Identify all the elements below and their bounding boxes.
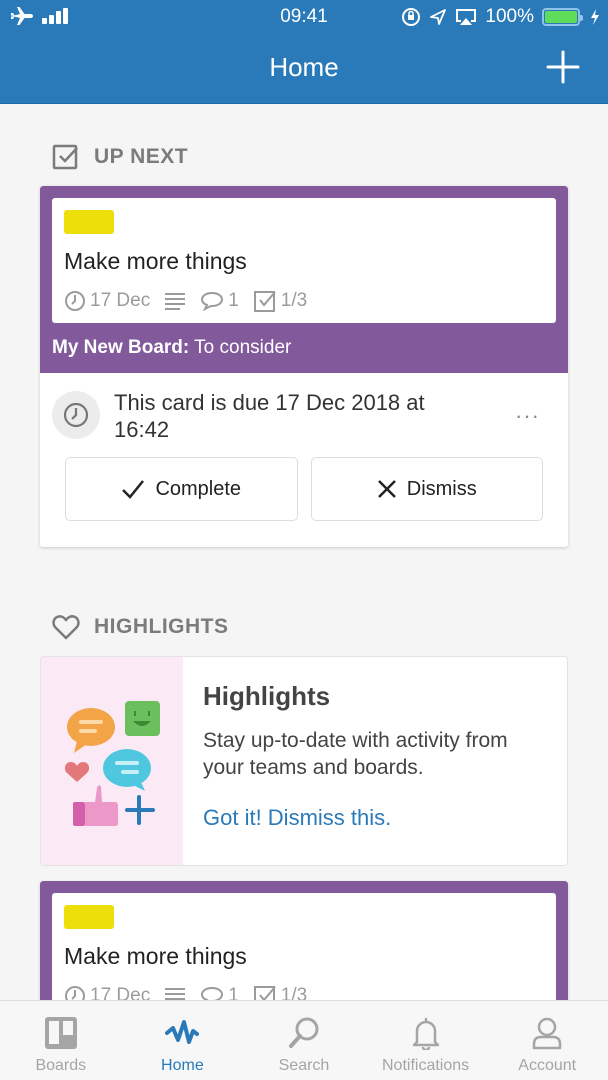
search-icon	[288, 1017, 319, 1048]
smiley-icon	[125, 701, 160, 736]
due-badge: 17 Dec	[64, 290, 150, 312]
location-icon	[430, 9, 447, 25]
dismiss-label: Dismiss	[406, 477, 477, 500]
tab-bar: Boards Home Search Notifications Account	[0, 1000, 608, 1080]
rotation-lock-icon	[402, 8, 421, 26]
checklist-badge: 1/3	[253, 289, 307, 313]
card-title: Make more things	[64, 248, 247, 274]
tab-label: Notifications	[382, 1057, 470, 1074]
due-badge-text: 17 Dec	[90, 290, 151, 311]
clock-icon	[63, 402, 89, 428]
complete-button[interactable]: Complete	[65, 457, 298, 521]
highlights-label: HIGHLIGHTS	[94, 615, 229, 638]
tab-label: Home	[161, 1057, 204, 1074]
highlights-title: Highlights	[203, 681, 331, 711]
tab-search[interactable]: Search	[243, 1001, 365, 1080]
due-message: This card is due 17 Dec 2018 at 16:42	[114, 390, 425, 442]
due-clock-badge	[52, 391, 100, 439]
close-icon	[377, 480, 396, 498]
status-bar: 09:41 100%	[0, 0, 608, 34]
tab-label: Account	[518, 1057, 577, 1074]
add-button[interactable]	[546, 50, 580, 84]
card-title: Make more things	[64, 943, 247, 969]
thumbs-up-icon	[73, 785, 118, 826]
tab-home[interactable]: Home	[122, 1001, 244, 1080]
battery-icon	[542, 8, 583, 26]
checkmark-icon	[122, 480, 145, 499]
battery-fill	[545, 11, 577, 23]
card-badges: 17 Dec 1 1/3	[64, 289, 544, 313]
highlights-heading: HIGHLIGHTS	[52, 614, 229, 640]
checklist-count: 1/3	[280, 290, 308, 311]
small-heart-icon	[64, 762, 90, 782]
blue-speech-bubble-icon	[103, 749, 151, 791]
page-title: Home	[269, 52, 339, 82]
comments-count: 1	[228, 290, 239, 311]
list-name: To consider	[189, 337, 292, 358]
trello-card[interactable]: Make more things 17 Dec 1 1/3	[52, 893, 556, 1011]
card-label	[64, 210, 114, 234]
tab-label: Boards	[35, 1057, 87, 1074]
tab-label: Search	[278, 1057, 330, 1074]
comment-icon	[201, 291, 224, 311]
due-row: This card is due 17 Dec 2018 at 16:42 ··…	[40, 373, 568, 457]
highlights-illustration	[41, 657, 183, 865]
board-frame: Make more things 17 Dec 1 1/3 My New Boa…	[40, 186, 568, 373]
checklist-icon	[253, 291, 276, 312]
second-card: Make more things 17 Dec 1 1/3	[40, 881, 568, 1011]
clock-icon	[65, 291, 85, 311]
boards-icon	[44, 1017, 77, 1049]
charging-icon	[591, 9, 599, 25]
airplay-icon	[456, 9, 477, 25]
card-label	[64, 905, 114, 929]
complete-label: Complete	[155, 477, 242, 500]
checkbox-icon	[52, 144, 78, 170]
tab-notifications[interactable]: Notifications	[365, 1001, 487, 1080]
tab-account[interactable]: Account	[486, 1001, 608, 1080]
plus-icon	[125, 795, 155, 825]
highlights-description: Stay up-to-date with activity from your …	[203, 729, 508, 779]
board-frame: Make more things 17 Dec 1 1/3	[40, 881, 568, 1011]
trello-card[interactable]: Make more things 17 Dec 1 1/3	[52, 198, 556, 323]
description-icon	[165, 293, 186, 310]
up-next-label: UP NEXT	[94, 145, 189, 168]
board-list-line: My New Board: To consider	[52, 323, 556, 373]
top-bar: 09:41 100% Home	[0, 0, 608, 104]
up-next-heading: UP NEXT	[52, 143, 188, 171]
board-name: My New Board:	[52, 337, 190, 358]
more-options-button[interactable]: ···	[515, 403, 540, 429]
dismiss-button[interactable]: Dismiss	[310, 457, 543, 521]
up-next-card: Make more things 17 Dec 1 1/3 My New Boa…	[40, 186, 568, 547]
bell-icon	[412, 1018, 439, 1050]
highlights-card: Highlights Stay up-to-date with activity…	[40, 656, 568, 866]
card-actions: Complete Dismiss	[40, 457, 568, 547]
tab-boards[interactable]: Boards	[0, 1001, 122, 1080]
comments-badge: 1	[200, 290, 239, 312]
battery-percent: 100%	[485, 6, 534, 27]
heart-icon	[52, 615, 80, 640]
dismiss-highlights-link[interactable]: Got it! Dismiss this.	[203, 805, 391, 831]
activity-icon	[165, 1020, 200, 1044]
orange-speech-bubble-icon	[67, 708, 115, 753]
person-icon	[532, 1017, 562, 1050]
